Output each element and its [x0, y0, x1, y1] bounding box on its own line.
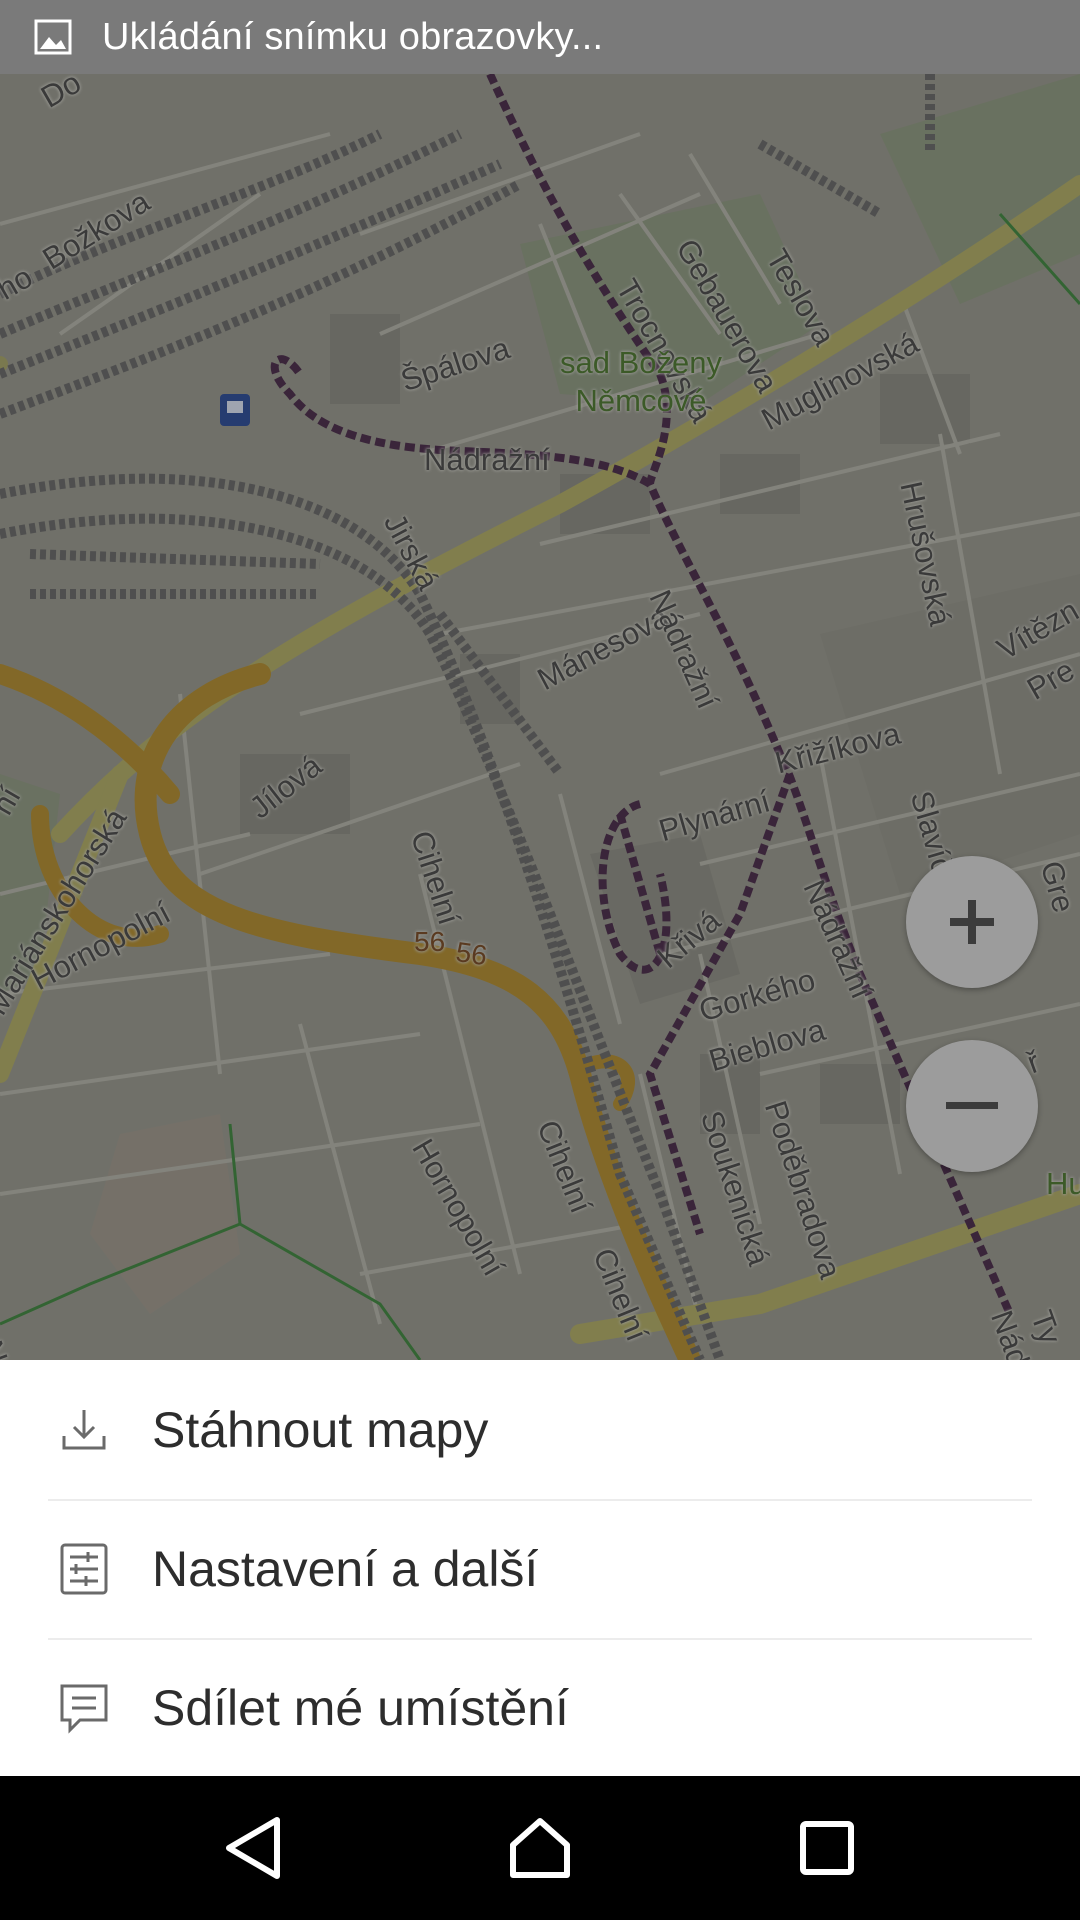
menu-item-label: Sdílet mé umístění: [152, 1679, 569, 1736]
back-triangle-icon: [226, 1817, 281, 1879]
zoom-in-button[interactable]: [906, 856, 1038, 988]
menu-item-label: Nastavení a další: [152, 1540, 539, 1597]
plus-icon: [950, 900, 994, 944]
map-view[interactable]: Do Božkova ho Špálova Nádražní Jirská Tr…: [0, 74, 1080, 1360]
route-number-label: 56: [414, 926, 446, 957]
back-button[interactable]: [208, 1803, 298, 1893]
zoom-out-button[interactable]: [906, 1040, 1038, 1172]
recents-square-icon: [799, 1821, 854, 1875]
recents-button[interactable]: [782, 1803, 872, 1893]
route-number-label: 56: [453, 936, 490, 972]
status-bar: Ukládání snímku obrazovky...: [0, 0, 1080, 74]
status-text: Ukládání snímku obrazovky...: [102, 15, 604, 58]
home-button[interactable]: [495, 1803, 585, 1893]
street-label: Hu: [1046, 1166, 1080, 1201]
settings-sliders-icon: [60, 1543, 108, 1594]
menu-item-download-maps[interactable]: Stáhnout mapy: [0, 1360, 1080, 1499]
menu-item-share-location[interactable]: Sdílet mé umístění: [0, 1638, 1080, 1777]
image-icon: [34, 19, 72, 55]
minus-icon: [946, 1102, 998, 1109]
download-icon: [62, 1409, 106, 1449]
park-label: sad Boženy Němcové: [560, 345, 722, 418]
menu-item-settings[interactable]: Nastavení a další: [0, 1499, 1080, 1638]
map-canvas: [0, 74, 1080, 1360]
street-label: Nádražní: [424, 442, 550, 477]
share-message-icon: [60, 1684, 108, 1734]
bottom-menu: Stáhnout mapy Nastavení a další Sdílet m…: [0, 1360, 1080, 1776]
menu-item-label: Stáhnout mapy: [152, 1401, 489, 1458]
home-icon: [509, 1818, 570, 1878]
navigation-bar: [0, 1776, 1080, 1920]
